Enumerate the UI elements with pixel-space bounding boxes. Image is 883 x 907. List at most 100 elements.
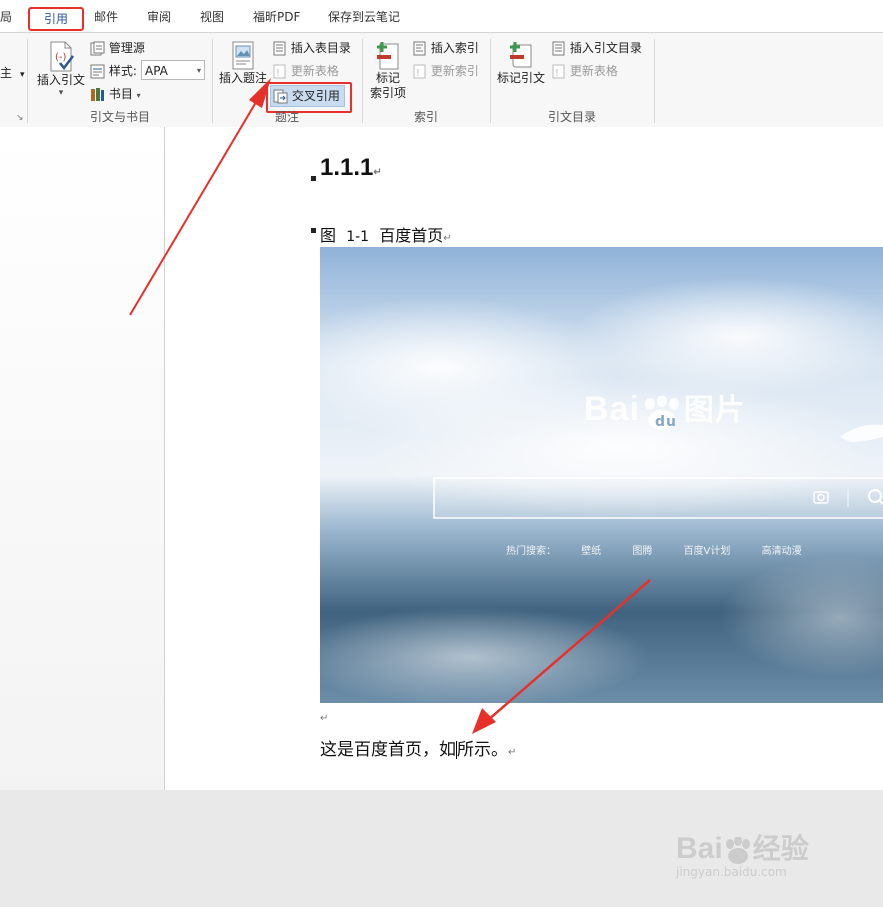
- document-area: 1.1.1↵ 图 1-1 百度首页↵ Bai du 图片 热门搜索： 壁纸 图腾…: [0, 127, 883, 879]
- tab-references[interactable]: 引用: [28, 7, 84, 31]
- tab-foxit-pdf[interactable]: 福昕PDF: [253, 8, 300, 26]
- chevron-down-icon: ▾: [196, 66, 201, 75]
- table-of-authorities-icon: [552, 41, 565, 56]
- style-selector: 样式:: [90, 61, 137, 81]
- update-table-button[interactable]: ! 更新表格: [272, 61, 339, 81]
- update-table-label: 更新表格: [290, 64, 339, 78]
- group-separator: [654, 39, 655, 123]
- paragraph-mark: ↵: [320, 713, 329, 724]
- hot-search-label: 热门搜索：: [506, 546, 556, 557]
- update-authorities-table-button[interactable]: ! 更新表格: [551, 61, 618, 81]
- bibliography-label: 书目: [108, 87, 133, 101]
- caption-number: 1-1: [346, 229, 370, 245]
- update-table-icon: !: [273, 64, 286, 79]
- cross-reference-button[interactable]: 交叉引用: [270, 85, 345, 107]
- hot-link[interactable]: 图腾: [632, 546, 652, 557]
- insert-citation-icon: (-): [50, 41, 74, 72]
- insert-table-of-figures-button[interactable]: 插入表目录: [272, 38, 351, 58]
- baidu-logo: Bai du 图片: [584, 385, 746, 431]
- watermark-brand-2: 经验: [752, 832, 809, 865]
- mark-entry-icon: [377, 42, 399, 70]
- partial-left-label: 主: [0, 66, 13, 80]
- svg-text:!: !: [555, 68, 559, 79]
- insert-table-of-figures-label: 插入表目录: [290, 41, 351, 55]
- style-icon: [90, 64, 105, 79]
- update-authorities-table-label: 更新表格: [569, 64, 618, 78]
- cross-reference-label: 交叉引用: [291, 89, 340, 103]
- manage-sources-button[interactable]: 管理源: [90, 38, 145, 58]
- hot-search-bar: 热门搜索： 壁纸 图腾 百度V计划 高清动漫: [506, 542, 802, 557]
- paw-icon: du: [640, 395, 684, 431]
- body-paragraph[interactable]: 这是百度首页，如所示。↵: [320, 735, 516, 760]
- heading-text: 1.1.1: [320, 154, 374, 181]
- baidu-homepage-screenshot: [320, 247, 883, 703]
- mark-citation-label: 标记引文: [496, 71, 545, 85]
- insert-citation-button[interactable]: (-) 插入引文 ▾: [34, 41, 88, 101]
- baidu-jingyan-watermark: Bai 经验 jingyan.baidu.com: [676, 827, 876, 907]
- insert-caption-icon: [232, 41, 254, 70]
- update-index-label: 更新索引: [430, 64, 479, 78]
- partial-left-button[interactable]: 主 ▾: [0, 63, 25, 83]
- heading-1-1-1[interactable]: 1.1.1↵: [320, 154, 382, 182]
- dialog-launcher-icon[interactable]: ↘: [16, 113, 24, 123]
- manage-sources-icon: [90, 41, 105, 56]
- insert-caption-label: 插入题注: [218, 71, 267, 85]
- insert-caption-button[interactable]: 插入题注: [216, 41, 270, 86]
- hot-link[interactable]: 高清动漫: [762, 546, 802, 557]
- figure-caption[interactable]: 图 1-1 百度首页↵: [320, 222, 452, 246]
- paragraph-mark: ↵: [443, 233, 452, 244]
- mark-entry-label: 标记 索引项: [369, 71, 406, 100]
- style-dropdown-value: APA: [145, 64, 168, 78]
- group-label-citations: 引文与书目: [89, 110, 150, 124]
- chevron-down-icon: ▾: [58, 88, 64, 98]
- hot-link[interactable]: 百度V计划: [684, 546, 731, 557]
- svg-text:(-): (-): [55, 52, 67, 63]
- mark-citation-icon: [510, 42, 532, 68]
- mark-entry-button[interactable]: 标记 索引项: [366, 41, 410, 101]
- baidu-homepage-image[interactable]: Bai du 图片 热门搜索： 壁纸 图腾 百度V计划 高清动漫: [320, 247, 883, 703]
- tab-view[interactable]: 视图: [200, 8, 224, 26]
- group-label-captions: 题注: [274, 110, 299, 124]
- paragraph-mark: ↵: [508, 747, 517, 758]
- insert-table-of-authorities-button[interactable]: 插入引文目录: [551, 38, 642, 58]
- paw-icon: [723, 836, 753, 865]
- cross-reference-icon: [273, 89, 288, 104]
- ribbon: 主 ▾ ↘ (-) 插入引文 ▾ 管理源 样式: APA ▾ 书目 ▾ 引文与书目: [0, 32, 883, 129]
- logo-text: Bai: [584, 390, 640, 428]
- tab-mailings[interactable]: 邮件: [94, 8, 118, 26]
- manage-sources-label: 管理源: [108, 41, 145, 55]
- svg-text:!: !: [416, 68, 420, 79]
- list-bullet: [311, 228, 316, 233]
- insert-table-of-authorities-label: 插入引文目录: [569, 41, 642, 55]
- ribbon-tab-bar: 局 引用 邮件 审阅 视图 福昕PDF 保存到云笔记: [0, 0, 883, 32]
- logo-text-2: 图片: [683, 393, 746, 428]
- insert-index-label: 插入索引: [430, 41, 479, 55]
- group-label-index: 索引: [413, 110, 438, 124]
- insert-index-button[interactable]: 插入索引: [412, 38, 479, 58]
- tab-review[interactable]: 审阅: [147, 8, 171, 26]
- list-bullet: [311, 176, 316, 181]
- style-label: 样式:: [108, 64, 137, 78]
- bibliography-icon: [91, 88, 104, 101]
- body-text-before-cursor: 这是百度首页，如: [320, 740, 456, 760]
- mark-citation-button[interactable]: 标记引文: [494, 41, 548, 86]
- watermark-brand: Bai: [676, 832, 723, 865]
- chevron-down-icon: ▾: [20, 70, 25, 80]
- update-table-icon: !: [552, 64, 565, 79]
- svg-text:du: du: [655, 414, 677, 430]
- watermark-url: jingyan.baidu.com: [676, 865, 787, 879]
- paragraph-mark: ↵: [373, 167, 382, 178]
- caption-text: 百度首页: [379, 226, 444, 245]
- navigation-pane: [0, 127, 165, 790]
- style-dropdown[interactable]: APA ▾: [141, 60, 205, 80]
- tab-save-to-cloud-note[interactable]: 保存到云笔记: [328, 8, 400, 26]
- tab-layout[interactable]: 局: [0, 8, 12, 26]
- update-index-button[interactable]: ! 更新索引: [412, 61, 479, 81]
- insert-index-icon: [413, 41, 426, 56]
- bibliography-button[interactable]: 书目 ▾: [90, 84, 141, 104]
- table-of-figures-icon: [273, 41, 286, 56]
- hot-link[interactable]: 壁纸: [581, 546, 601, 557]
- chevron-down-icon: ▾: [136, 91, 141, 100]
- update-index-icon: !: [413, 64, 426, 79]
- caption-prefix: 图: [320, 226, 337, 245]
